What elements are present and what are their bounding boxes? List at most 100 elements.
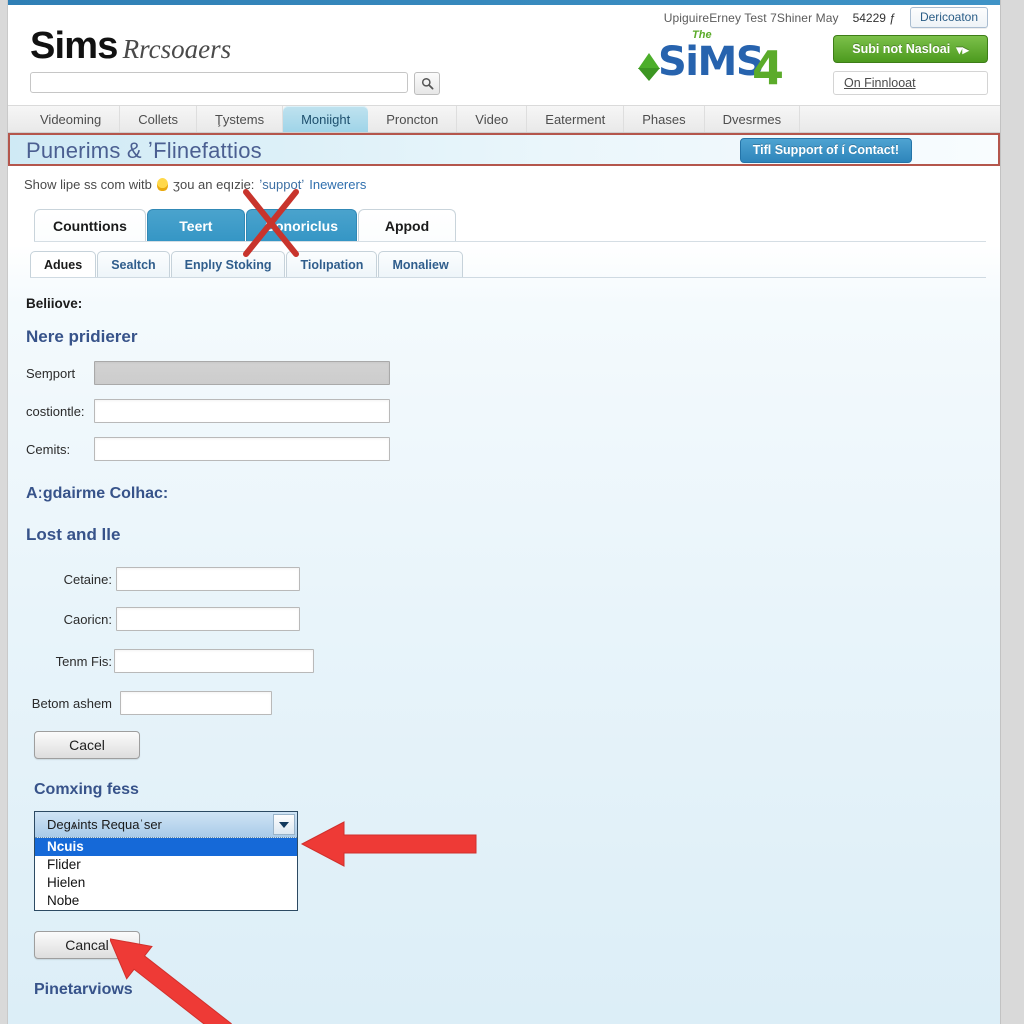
subtab-label-0: Adues [44, 257, 83, 272]
subtab-monaliew[interactable]: Monaliew [378, 251, 463, 277]
primary-action-label: Subi not Nasloai [852, 42, 951, 56]
main-navigation: Videoming Collets Ţystems Moniight Pronc… [8, 105, 1000, 133]
dropdown-option-list: Ncuis Flider Hielen Nobe [35, 838, 297, 910]
form-field-row: Cemits: [8, 437, 1000, 461]
lightbulb-icon [156, 177, 168, 191]
form-field-row: Seɱport [8, 361, 1000, 385]
search-input[interactable] [30, 72, 408, 93]
primary-tab-row: Counttions Teert Conoriclus Appod [34, 208, 986, 242]
nav-label-7: Phases [642, 111, 686, 127]
support-contact-button[interactable]: Tifl Support of í Contact! [739, 138, 912, 163]
subtab-enpliy-stoking[interactable]: Enplıy Stoking [170, 251, 286, 277]
nav-item-5[interactable]: Video [457, 106, 528, 132]
login-link-label: On Finnlooat [844, 76, 916, 90]
tip-link[interactable]: Inewerers [309, 177, 366, 192]
form-field-row: Tenm Fis: [8, 649, 1000, 673]
field-input-costiontle[interactable] [94, 399, 390, 423]
field-input-semport [94, 361, 390, 385]
search-button[interactable] [414, 72, 440, 95]
field-label-costiontle: costiontle: [26, 403, 85, 419]
search-icon [421, 77, 434, 90]
primary-action-button[interactable]: Subi not Nasloai ▾▸ [833, 35, 988, 63]
right-page-margin [1000, 0, 1024, 1024]
plumbob-lower-icon [638, 68, 660, 81]
left-page-margin [0, 0, 8, 1024]
subtab-adues[interactable]: Adues [30, 251, 97, 277]
dropdown-option-1[interactable]: Flider [35, 856, 297, 874]
search-area [30, 72, 440, 95]
tab-conoriclus[interactable]: Conoriclus [245, 209, 357, 241]
nav-label-3: Moniight [301, 111, 351, 127]
site-logo[interactable]: Sims Rrcsoaers [30, 27, 231, 65]
nav-item-6[interactable]: Eaterment [527, 106, 625, 132]
account-number: 54229 ƒ [852, 10, 896, 25]
tip-line: Show lipe ss com witb ʒou an eqızie: ʼsu… [8, 166, 1000, 196]
tab-label-2: Conoriclus [264, 217, 338, 234]
subtab-label-3: Tiolıpation [300, 257, 364, 272]
nav-label-8: Dvesrmes [722, 111, 782, 127]
subtab-label-2: Enplıy Stoking [184, 257, 272, 272]
nav-item-4[interactable]: Proncton [368, 106, 458, 132]
plumbob-icon [638, 53, 660, 69]
dropdown-selected-label: Degѧints Requaˈser [47, 817, 162, 832]
screenshot-root: UpiguireErney Test 7Shiner May 54229 ƒ D… [0, 0, 1024, 1024]
nav-item-1[interactable]: Collets [120, 106, 197, 132]
utility-bar: UpiguireErney Test 7Shiner May 54229 ƒ D… [664, 7, 988, 28]
secondary-tab-row: Adues Sealtch Enplıy Stoking Tiolıpation… [30, 250, 986, 278]
tip-quoted-text: ʼsuppotʼ [259, 176, 305, 192]
dropdown-option-3[interactable]: Nobe [35, 892, 297, 910]
form-section-label: Beliiove: [26, 296, 83, 311]
nav-item-2[interactable]: Ţystems [197, 106, 284, 132]
nav-item-0[interactable]: Videoming [22, 106, 121, 132]
cacel-button[interactable]: Cacel [34, 731, 140, 759]
logo-sims-text: SiMS [658, 39, 765, 85]
subtab-sealtch[interactable]: Sealtch [97, 251, 170, 277]
cancal-button[interactable]: Cancal [34, 931, 140, 959]
form-field-row: Cetaine: [8, 567, 1000, 591]
dropdown-toggle[interactable]: Degѧints Requaˈser [35, 812, 297, 838]
login-link[interactable]: On Finnlooat [833, 71, 988, 95]
field-label-cetaine: Cetaine: [63, 571, 112, 587]
form2-heading: Lost and lle [26, 525, 121, 544]
tab-label-1: Teert [179, 217, 213, 234]
field-input-caoricn[interactable] [116, 607, 300, 631]
nav-label-4: Proncton [386, 111, 439, 127]
subtab-label-4: Monaliew [392, 257, 449, 272]
field-label-betom-ashem: Betom ashem [31, 695, 112, 711]
logo-number-text: 4 [751, 41, 784, 95]
tip-mid-text: ʒou an eqızie: [172, 176, 255, 192]
field-label-semport: Seɱport [26, 365, 76, 381]
dropdown-open: Degѧints Requaˈser Ncuis Flider Hielen N… [34, 811, 298, 911]
tab-label-0: Counttions [53, 217, 127, 234]
bottom-heading: Pinetarviows [34, 981, 133, 998]
tab-counttions[interactable]: Counttions [34, 209, 146, 241]
main-content: Counttions Teert Conoriclus Appod Adues … [8, 208, 1000, 999]
website-page: UpiguireErney Test 7Shiner May 54229 ƒ D… [8, 5, 1000, 1024]
tab-label-3: Appod [384, 217, 430, 234]
dropdown-option-2[interactable]: Hielen [35, 874, 297, 892]
subtab-tiolipation[interactable]: Tiolıpation [286, 251, 378, 277]
nav-label-1: Collets [138, 111, 178, 127]
tab-appod[interactable]: Appod [358, 209, 456, 241]
field-input-cetaine[interactable] [116, 567, 300, 591]
chevron-down-icon: ▾▸ [956, 42, 969, 57]
field-input-betom-ashem[interactable] [120, 691, 272, 715]
nav-item-7[interactable]: Phases [624, 106, 705, 132]
field-label-cemits: Cemits: [26, 441, 71, 457]
field-input-cemits[interactable] [94, 437, 390, 461]
field-input-tenm-fis[interactable] [114, 649, 314, 673]
brand-name: Sims [30, 25, 118, 67]
form-field-row: costiontle: [8, 399, 1000, 423]
utility-button[interactable]: Dericoaton [909, 7, 988, 28]
dropdown-option-0[interactable]: Ncuis [35, 838, 297, 856]
subtab-label-1: Sealtch [111, 257, 156, 272]
tab-teert[interactable]: Teert [146, 209, 245, 241]
nav-item-3-active[interactable]: Moniight [283, 106, 369, 132]
nav-item-8[interactable]: Dvesrmes [705, 106, 801, 132]
form-subheading: Aːgdairme Colhac: [26, 485, 169, 502]
chevron-down-icon[interactable] [273, 814, 295, 835]
form-section-heading: Nere pridierer [26, 327, 138, 346]
page-title: Punerims & ʼFlinefattios [26, 138, 262, 163]
sims4-logo[interactable]: The SiMS 4 [638, 29, 788, 95]
form-field-row: Caoricn: [8, 607, 1000, 631]
